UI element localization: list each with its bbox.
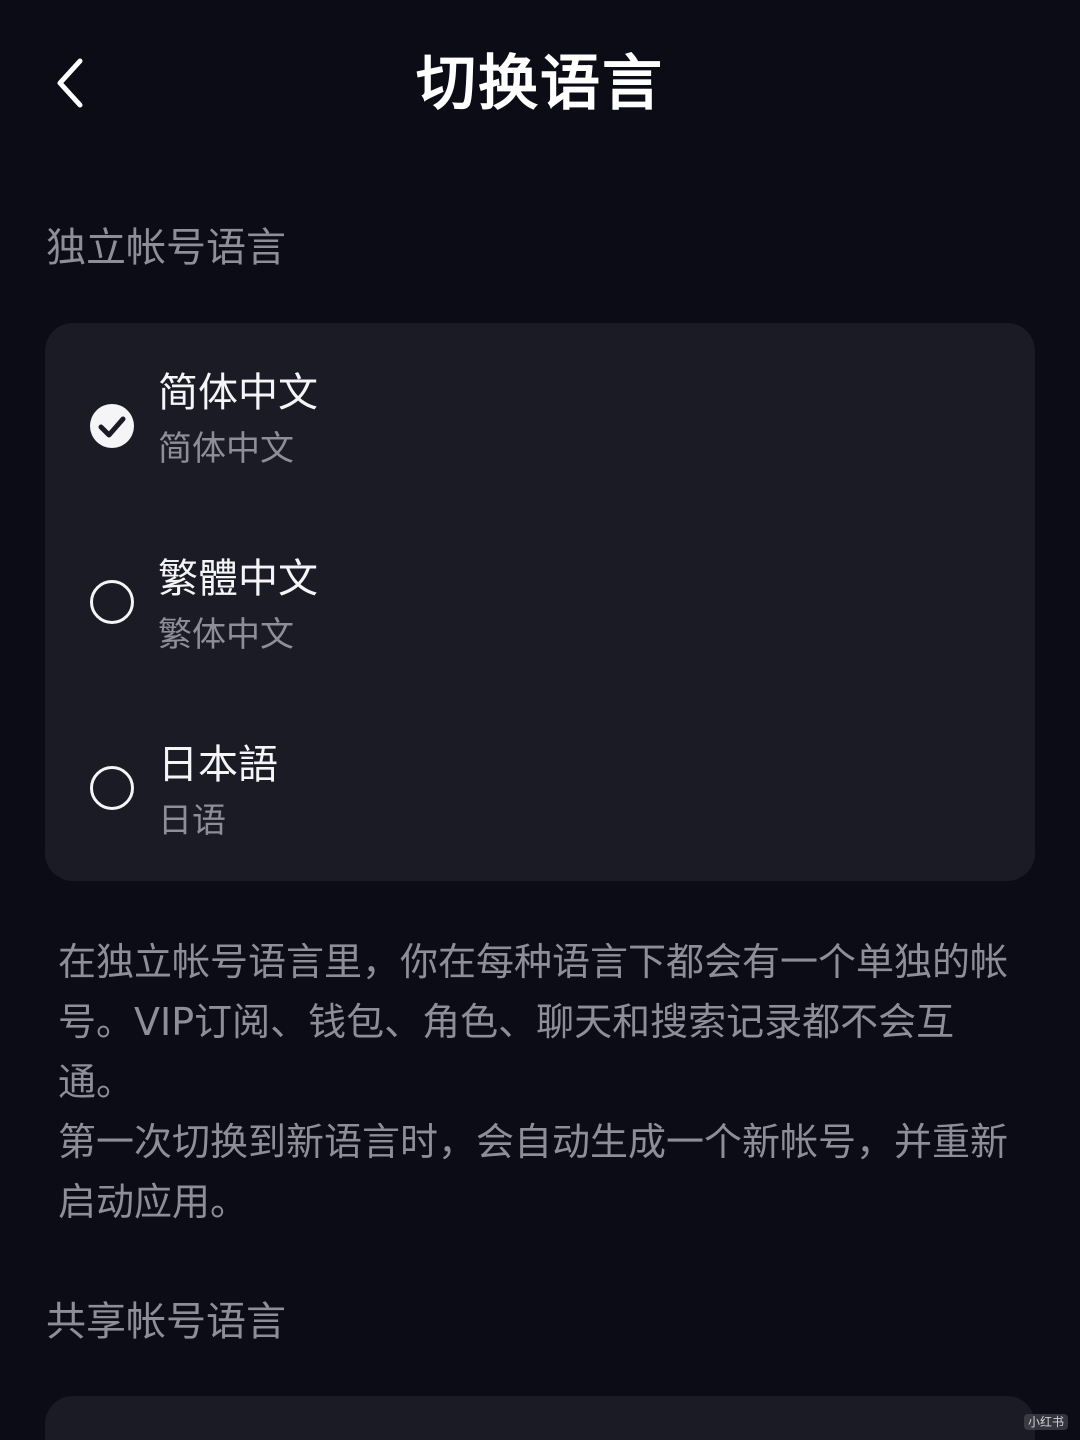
description-paragraph: 在独立帐号语言里，你在每种语言下都会有一个单独的帐号。VIP订阅、钱包、角色、聊… <box>58 940 1009 1104</box>
language-option-simplified-chinese[interactable]: 简体中文 简体中文 <box>45 333 1035 503</box>
description-paragraph: 第一次切换到新语言时，会自动生成一个新帐号，并重新启动应用。 <box>58 1120 1009 1224</box>
independent-language-list: 简体中文 简体中文 繁體中文 繁体中文 日本語 日语 <box>45 323 1035 881</box>
language-option-japanese[interactable]: 日本語 日语 <box>45 705 1035 875</box>
language-name: 简体中文 <box>158 370 318 416</box>
section-label-independent: 独立帐号语言 <box>46 225 286 271</box>
watermark: 小红书 <box>1023 1414 1068 1430</box>
language-subtitle: 日语 <box>158 801 226 841</box>
shared-language-list <box>45 1396 1035 1440</box>
language-settings-screen: 切换语言 独立帐号语言 简体中文 简体中文 繁體中文 繁体中文 日本語 日语 在… <box>0 0 1080 1440</box>
unchecked-radio-icon <box>90 580 134 624</box>
language-option-traditional-chinese[interactable]: 繁體中文 繁体中文 <box>45 519 1035 689</box>
language-name: 繁體中文 <box>158 556 318 602</box>
language-subtitle: 繁体中文 <box>158 615 294 655</box>
independent-language-description: 在独立帐号语言里，你在每种语言下都会有一个单独的帐号。VIP订阅、钱包、角色、聊… <box>58 932 1028 1232</box>
language-name: 日本語 <box>158 742 278 788</box>
checked-radio-icon <box>90 404 134 448</box>
unchecked-radio-icon <box>90 766 134 810</box>
header: 切换语言 <box>0 0 1080 165</box>
section-label-shared: 共享帐号语言 <box>46 1299 286 1345</box>
language-subtitle: 简体中文 <box>158 429 294 469</box>
page-title: 切换语言 <box>416 49 664 119</box>
